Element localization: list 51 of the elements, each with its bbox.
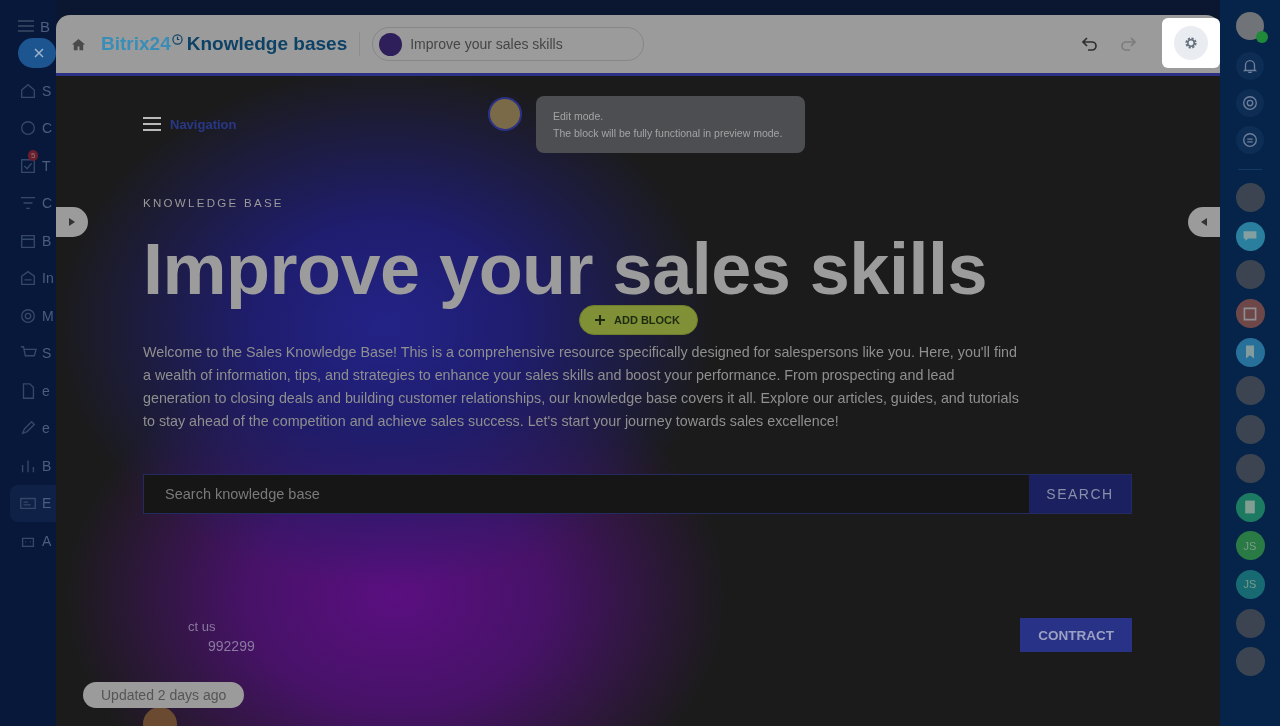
sidebar-item[interactable]: C [10, 109, 56, 147]
initials-avatar[interactable]: JS [1235, 569, 1265, 599]
intro-paragraph: Welcome to the Sales Knowledge Base! This is a comprehensive resource specifically designed for salespersons like you. Here, you'll find a wealth of information, tips, and strategies to enhance your sales skills and boost your performance. From prospecting and lead generation to closing deals and building customer relationships, our knowledge base covers it all. Explore our articles, guides, and tutorials to stay ahead of the competition and achieve sales success. Let's start your journey towards sales excellence! [143, 343, 1020, 431]
caret-right-icon [69, 218, 75, 226]
thumbnail-placeholder [379, 32, 403, 56]
page-heading: Improve your sales skills [143, 231, 988, 307]
close-button[interactable] [18, 38, 56, 68]
sidebar-item[interactable]: e [10, 372, 56, 410]
portal-name: B [40, 17, 50, 35]
add-block-button[interactable]: ADD BLOCK [579, 305, 698, 335]
updated-badge: Updated 2 days ago [83, 682, 245, 708]
expand-left-button[interactable] [56, 207, 88, 237]
app-title: Bitrix24 Knowledge bases [101, 33, 348, 55]
navigation-link[interactable]: Navigation [170, 116, 237, 132]
sidebar-item[interactable]: M [10, 297, 56, 335]
sidebar-item[interactable]: B [10, 222, 56, 260]
contract-button[interactable]: CONTRACT [1020, 618, 1132, 652]
sidebar-item[interactable]: 5 T [10, 147, 56, 185]
chat-icon[interactable] [1236, 126, 1264, 154]
menu-icon[interactable] [143, 117, 161, 131]
home-icon[interactable] [71, 36, 86, 52]
caret-left-icon [1201, 218, 1207, 226]
home-icon [19, 81, 37, 100]
close-icon [34, 48, 44, 58]
sidebar-item[interactable]: e [10, 409, 56, 447]
bell-icon[interactable] [1236, 52, 1264, 80]
initials-avatar[interactable]: JS [1235, 531, 1265, 561]
phone-number: 992299 [207, 637, 255, 656]
clock-icon [171, 34, 183, 45]
document-icon[interactable] [1235, 492, 1265, 522]
sidebar-item[interactable]: C [10, 184, 56, 222]
sidebar-item[interactable]: B [10, 447, 56, 485]
task-icon[interactable] [1235, 299, 1265, 329]
sidebar-item[interactable]: S [10, 72, 56, 110]
eyebrow-text: KNOWLEDGE BASE [143, 197, 285, 209]
pen-icon [19, 419, 37, 438]
settings-button[interactable] [1162, 17, 1220, 68]
bookmark-icon[interactable] [1235, 337, 1265, 367]
target-icon [19, 306, 37, 325]
edit-mode-tooltip: Edit mode. The block will be fully functional in preview mode. [536, 96, 805, 153]
sidebar-item[interactable]: A [10, 522, 56, 560]
tasks-icon [19, 156, 37, 175]
counter-badge: 5 [28, 149, 39, 161]
sidebar-item[interactable]: In [10, 259, 56, 297]
chat-icon[interactable] [1235, 221, 1265, 251]
sidebar-item[interactable]: S [10, 334, 56, 372]
undo-icon[interactable] [1080, 34, 1100, 54]
contact-label: ct us [188, 618, 217, 636]
sidebar-item[interactable]: E [10, 484, 56, 522]
collapse-right-button[interactable] [1188, 207, 1220, 237]
plus-icon [594, 314, 606, 326]
